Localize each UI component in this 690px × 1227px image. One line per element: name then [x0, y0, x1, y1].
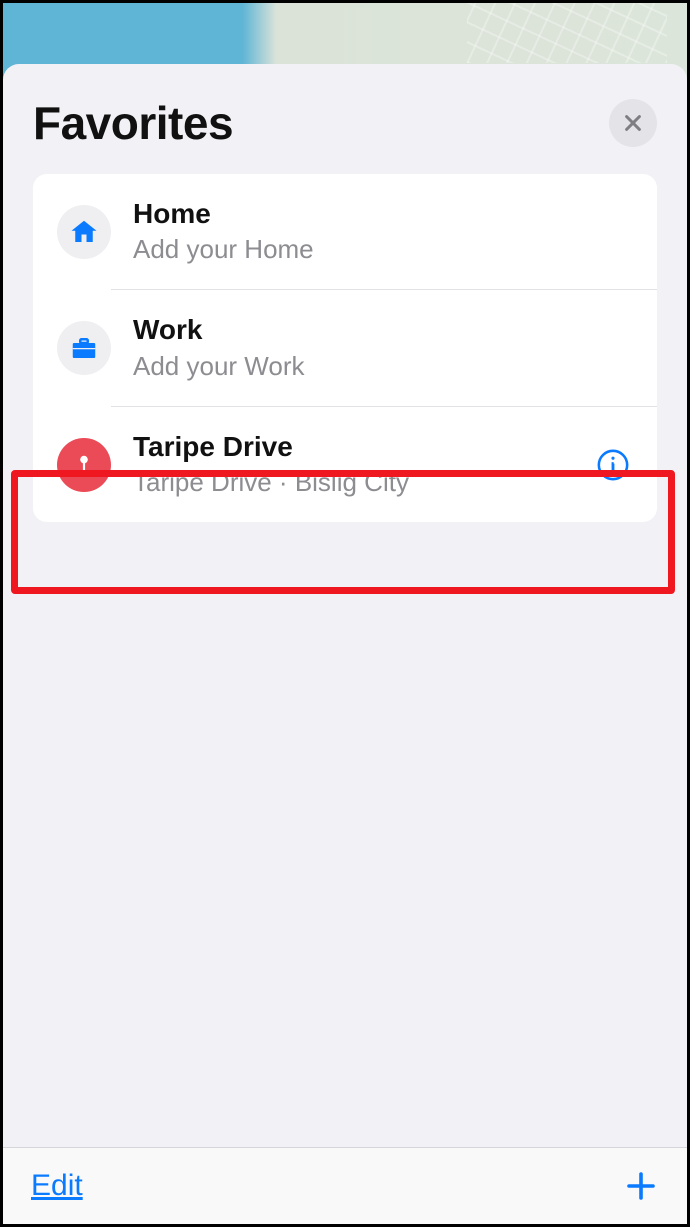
favorites-list: Home Add your Home Work Add your Work: [33, 174, 657, 522]
favorite-title: Work: [133, 312, 633, 348]
favorite-row-text: Work Add your Work: [133, 312, 633, 383]
close-icon: [622, 112, 644, 134]
favorite-subtitle: Add your Work: [133, 349, 633, 384]
favorites-sheet: Favorites Home Add your Home: [3, 64, 687, 1147]
bottom-toolbar: Edit: [3, 1147, 687, 1224]
briefcase-icon: [57, 321, 111, 375]
favorite-row-work[interactable]: Work Add your Work: [33, 290, 657, 405]
favorite-subtitle: Add your Home: [133, 232, 633, 267]
edit-button[interactable]: Edit: [31, 1169, 83, 1203]
favorite-subtitle: Taripe Drive · Bislig City: [133, 465, 571, 500]
info-icon: [596, 448, 630, 482]
favorite-title: Home: [133, 196, 633, 232]
favorite-row-text: Home Add your Home: [133, 196, 633, 267]
page-title: Favorites: [33, 96, 233, 150]
info-button[interactable]: [593, 445, 633, 485]
close-button[interactable]: [609, 99, 657, 147]
home-icon: [57, 205, 111, 259]
favorite-row-text: Taripe Drive Taripe Drive · Bislig City: [133, 429, 571, 500]
plus-icon: [623, 1168, 659, 1204]
sheet-header: Favorites: [3, 64, 687, 174]
favorite-title: Taripe Drive: [133, 429, 571, 465]
pin-icon: [57, 438, 111, 492]
favorite-row-taripe-drive[interactable]: Taripe Drive Taripe Drive · Bislig City: [33, 407, 657, 522]
favorite-row-home[interactable]: Home Add your Home: [33, 174, 657, 289]
add-button[interactable]: [623, 1168, 659, 1204]
